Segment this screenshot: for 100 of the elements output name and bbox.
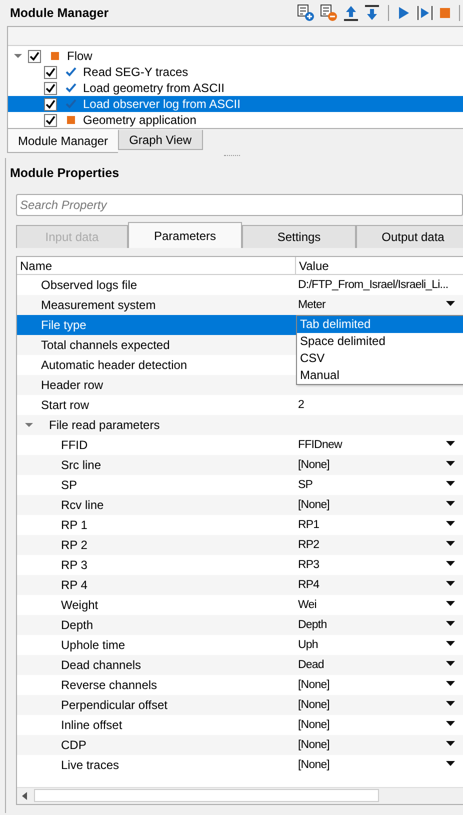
- dropdown-arrow-icon[interactable]: [446, 601, 455, 606]
- property-name: Dead channels: [61, 658, 142, 672]
- property-value: 2: [298, 399, 304, 411]
- property-row[interactable]: Perpendicular offset [None]: [17, 695, 463, 715]
- dropdown-arrow-icon[interactable]: [446, 501, 455, 506]
- property-row[interactable]: Dead channels Dead: [17, 655, 463, 675]
- property-name: RP 3: [61, 558, 88, 572]
- property-row[interactable]: Depth Depth: [17, 615, 463, 635]
- property-value[interactable]: [None]: [298, 739, 330, 751]
- checkbox[interactable]: [44, 66, 57, 78]
- property-value[interactable]: RP1: [298, 519, 320, 531]
- property-name: Depth: [61, 618, 94, 632]
- panel-title: Module Manager: [10, 6, 109, 20]
- dropdown-arrow-icon[interactable]: [446, 701, 455, 706]
- horizontal-scrollbar[interactable]: [17, 787, 463, 804]
- property-name: FFID: [61, 438, 88, 452]
- property-row[interactable]: Measurement system Meter: [17, 295, 463, 315]
- tree-item[interactable]: Geometry application: [8, 112, 463, 128]
- play-icon[interactable]: [397, 4, 411, 22]
- dropdown-arrow-icon[interactable]: [446, 461, 455, 466]
- property-row[interactable]: CDP [None]: [17, 735, 463, 755]
- dropdown-option[interactable]: Tab delimited: [297, 316, 463, 333]
- property-value[interactable]: Meter: [298, 299, 326, 311]
- tree-item[interactable]: Load geometry from ASCII: [8, 80, 463, 96]
- property-value[interactable]: [None]: [298, 499, 330, 511]
- tree-item[interactable]: Read SEG-Y traces: [8, 64, 463, 80]
- property-name: Start row: [41, 398, 90, 412]
- property-name: Uphole time: [61, 638, 126, 652]
- property-value[interactable]: Dead: [298, 659, 324, 671]
- property-value[interactable]: RP3: [298, 559, 320, 571]
- expand-arrow-icon[interactable]: [25, 421, 33, 429]
- property-name: Rcv line: [61, 498, 104, 512]
- dropdown-arrow-icon[interactable]: [446, 741, 455, 746]
- scrollbar-thumb[interactable]: [34, 789, 379, 802]
- panel-title: Module Properties: [10, 166, 120, 180]
- checkbox[interactable]: [44, 98, 57, 110]
- dropdown-arrow-icon[interactable]: [446, 641, 455, 646]
- property-value[interactable]: [None]: [298, 679, 330, 691]
- tab[interactable]: Output data: [356, 225, 463, 248]
- move-down-icon[interactable]: [364, 4, 380, 22]
- property-value[interactable]: RP4: [298, 579, 320, 591]
- tab[interactable]: Settings: [242, 225, 356, 248]
- property-value: D:/FTP_From_Israel/Israeli_Li...: [298, 279, 448, 291]
- property-row[interactable]: RP 4 RP4: [17, 575, 463, 595]
- property-name: Reverse channels: [61, 678, 158, 692]
- tree-item[interactable]: Load observer log from ASCII: [8, 96, 463, 112]
- column-header[interactable]: Value: [296, 257, 463, 274]
- property-name: RP 1: [61, 518, 88, 532]
- splitter-handle[interactable]: [224, 155, 240, 158]
- move-up-icon[interactable]: [343, 4, 359, 22]
- dropdown-arrow-icon[interactable]: [446, 441, 455, 446]
- tree-item[interactable]: Flow: [8, 48, 463, 64]
- checkbox[interactable]: [44, 114, 57, 126]
- property-value[interactable]: Wei: [298, 599, 316, 611]
- property-name: Observed logs file: [41, 278, 138, 292]
- dropdown-arrow-icon[interactable]: [446, 621, 455, 626]
- dropdown-arrow-icon[interactable]: [446, 761, 455, 766]
- checkbox[interactable]: [44, 82, 57, 94]
- column-header[interactable]: Name: [17, 257, 296, 274]
- tab[interactable]: Module Manager: [7, 129, 118, 153]
- property-value[interactable]: FFIDnew: [298, 439, 342, 451]
- property-row[interactable]: Rcv line [None]: [17, 495, 463, 515]
- dropdown-arrow-icon[interactable]: [446, 481, 455, 486]
- tab[interactable]: Graph View: [118, 130, 203, 150]
- search-field[interactable]: Search Property: [16, 194, 463, 216]
- expand-arrow-icon[interactable]: [14, 52, 22, 60]
- property-name: Measurement system: [41, 298, 156, 312]
- property-value[interactable]: [None]: [298, 759, 330, 771]
- property-value[interactable]: [None]: [298, 719, 330, 731]
- scroll-left-icon[interactable]: [22, 792, 27, 800]
- property-value[interactable]: RP2: [298, 539, 320, 551]
- dropdown-option[interactable]: Space delimited: [297, 333, 463, 350]
- dropdown-arrow-icon[interactable]: [446, 541, 455, 546]
- remove-module-icon[interactable]: [320, 4, 338, 22]
- dropdown-arrow-icon[interactable]: [446, 661, 455, 666]
- property-row[interactable]: Src line [None]: [17, 455, 463, 475]
- property-row[interactable]: File read parameters: [17, 415, 463, 435]
- dropdown-arrow-icon[interactable]: [446, 581, 455, 586]
- add-module-icon[interactable]: [297, 4, 315, 22]
- property-name: Automatic header detection: [41, 358, 188, 372]
- property-value[interactable]: SP: [298, 479, 313, 491]
- dropdown-arrow-icon[interactable]: [446, 681, 455, 686]
- property-name: RP 4: [61, 578, 88, 592]
- step-run-icon[interactable]: [416, 4, 434, 22]
- property-value[interactable]: [None]: [298, 459, 330, 471]
- dropdown-arrow-icon[interactable]: [446, 301, 455, 306]
- property-name: RP 2: [61, 538, 88, 552]
- dropdown-arrow-icon[interactable]: [446, 521, 455, 526]
- property-value[interactable]: [None]: [298, 699, 330, 711]
- dropdown-arrow-icon[interactable]: [446, 721, 455, 726]
- property-name: SP: [61, 478, 78, 492]
- dropdown-arrow-icon[interactable]: [446, 561, 455, 566]
- tab[interactable]: Parameters: [128, 222, 242, 248]
- property-name: Live traces: [61, 758, 120, 772]
- property-row[interactable]: RP 2 RP2: [17, 535, 463, 555]
- property-value[interactable]: Uph: [298, 639, 318, 651]
- property-name: Weight: [61, 598, 98, 612]
- checkbox[interactable]: [28, 50, 41, 62]
- property-name: CDP: [61, 738, 86, 752]
- property-value[interactable]: Depth: [298, 619, 327, 631]
